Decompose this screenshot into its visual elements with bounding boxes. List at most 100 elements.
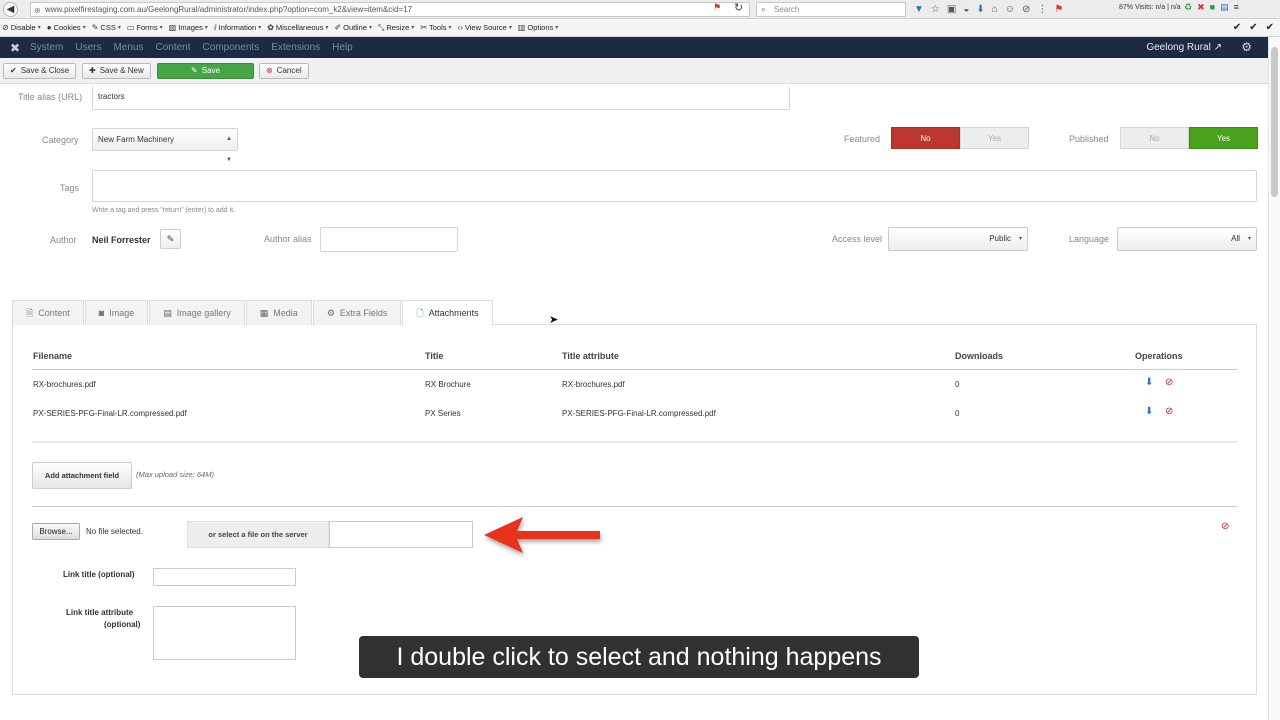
table-divider	[32, 441, 1237, 443]
remove-icon[interactable]: ⊘	[1221, 521, 1229, 532]
save-button[interactable]: ✎ Save	[157, 63, 254, 79]
download-icon[interactable]: ⬇	[1145, 406, 1153, 417]
nav-help[interactable]: Help	[332, 42, 353, 53]
dev-options[interactable]: ▥ Options ▾	[518, 23, 558, 32]
chevron-down-icon: ▾	[204, 25, 208, 31]
category-value: New Farm Machinery	[98, 135, 175, 144]
edit-icon: ✎	[191, 66, 198, 75]
css-icon: ✎	[91, 23, 99, 32]
dev-miscellaneous[interactable]: ✿ Miscellaneous ▾	[267, 23, 328, 32]
misc-icon: ✿	[267, 23, 274, 32]
cancel-button[interactable]: ⊗ Cancel	[259, 63, 309, 79]
nav-content[interactable]: Content	[155, 42, 190, 53]
link-title-input[interactable]	[153, 568, 296, 586]
external-link-icon: ↗	[1213, 42, 1222, 53]
category-select[interactable]: New Farm Machinery ▲ ▼	[92, 128, 238, 163]
video-caption: I double click to select and nothing hap…	[359, 636, 919, 678]
remove-icon[interactable]: ⊘	[1165, 377, 1173, 388]
star-icon[interactable]: ☆	[931, 4, 940, 15]
chevron-down-icon: ▾	[1018, 236, 1022, 242]
dev-forms[interactable]: ▭ Forms ▾	[127, 23, 163, 32]
dev-cookies[interactable]: ● Cookies ▾	[47, 23, 86, 32]
chat-icon[interactable]: ☺	[1005, 4, 1015, 15]
flag-red-icon[interactable]: ⚑	[1054, 4, 1063, 15]
tab-attachments[interactable]: 🗋 Attachments	[402, 300, 493, 326]
nav-users[interactable]: Users	[75, 42, 101, 53]
nav-system[interactable]: System	[30, 42, 63, 53]
dev-information[interactable]: ⅈ Information ▾	[214, 23, 261, 32]
tab-image[interactable]: ◙ Image	[84, 300, 149, 325]
author-alias-input[interactable]	[320, 227, 458, 252]
server-file-input[interactable]	[329, 521, 473, 548]
extension-red-icon[interactable]: ✖	[1197, 2, 1205, 13]
featured-no-button[interactable]: No	[891, 127, 960, 149]
info-icon: ⅈ	[213, 23, 217, 32]
row-downloads: 0	[955, 409, 960, 418]
download-icon[interactable]: ⬇	[976, 4, 984, 15]
hamburger-icon[interactable]: ≡	[1234, 2, 1239, 13]
download-icon[interactable]: ⬇	[1145, 377, 1153, 388]
add-attachment-button[interactable]: Add attachment field	[32, 462, 132, 489]
extension-green-icon[interactable]: ♻	[1184, 2, 1192, 13]
published-label: Published	[1069, 134, 1109, 144]
reload-icon[interactable]: ↻	[734, 1, 743, 14]
featured-yes-button[interactable]: Yes	[960, 127, 1029, 149]
dev-css[interactable]: ✎ CSS ▾	[92, 23, 121, 32]
home-icon[interactable]: ⌂	[992, 4, 998, 15]
tags-input[interactable]	[92, 170, 1257, 202]
browser-search-box[interactable]: ⌕ Search	[756, 2, 906, 17]
extension-check-icon[interactable]: ■	[1210, 2, 1215, 13]
access-level-select[interactable]: Public ▾	[888, 227, 1028, 251]
access-level-value: Public	[989, 234, 1011, 243]
red-arrow-annotation	[484, 517, 600, 553]
remove-icon[interactable]: ⊘	[1165, 406, 1173, 417]
extension-blue-icon[interactable]: ▤	[1220, 2, 1229, 13]
dev-images[interactable]: ▨ Images ▾	[169, 23, 208, 32]
shield-icon[interactable]: ▼	[914, 4, 924, 15]
site-link[interactable]: Geelong Rural ↗	[1146, 42, 1222, 53]
save-close-button[interactable]: ✔ Save & Close	[3, 63, 77, 79]
published-yes-button[interactable]: Yes	[1189, 127, 1258, 149]
tab-extra-fields[interactable]: ⚙ Extra Fields	[312, 300, 402, 325]
dev-status-checks: ✔ ✔ ✔	[1233, 22, 1274, 33]
row-title-attribute: RX-brochures.pdf	[562, 380, 625, 389]
published-no-button[interactable]: No	[1120, 127, 1189, 149]
dev-resize[interactable]: ⤡ Resize ▾	[378, 23, 414, 33]
header-operations: Operations	[1135, 351, 1183, 361]
dev-outline[interactable]: ✐ Outline ▾	[334, 23, 371, 32]
clipboard-icon[interactable]: ▣	[947, 4, 956, 15]
save-new-button[interactable]: ✚ Save & New	[82, 63, 151, 79]
dev-tools[interactable]: ✂ Tools ▾	[420, 23, 451, 32]
language-label: Language	[1069, 234, 1110, 244]
tab-content[interactable]: 🗎 Content	[12, 300, 84, 325]
nav-components[interactable]: Components	[203, 42, 260, 53]
menu-dots-icon[interactable]: ⋮	[1037, 4, 1047, 15]
nav-menus[interactable]: Menus	[113, 42, 143, 53]
max-upload-size: (Max upload size: 64M)	[136, 470, 214, 479]
addon-icon[interactable]: ⊘	[1022, 4, 1030, 15]
forms-icon: ▭	[126, 23, 135, 32]
alias-input[interactable]: tractors	[92, 86, 790, 110]
tab-media[interactable]: ▦ Media	[245, 300, 312, 325]
row-title-attribute: PX-SERIES-PFG-Final-LR.compressed.pdf	[562, 409, 716, 418]
page-scrollbar[interactable]	[1268, 37, 1280, 720]
row-filename: RX-brochures.pdf	[33, 380, 96, 389]
edit-author-button[interactable]: ✎	[160, 229, 181, 249]
link-title-attribute-textarea[interactable]	[153, 606, 296, 660]
scrollbar-thumb[interactable]	[1271, 47, 1278, 197]
pocket-icon[interactable]: ◒	[963, 4, 969, 15]
tab-image-gallery[interactable]: ▤ Image gallery	[149, 300, 245, 325]
joomla-logo-icon[interactable]: ✖	[0, 41, 30, 55]
dev-view-source[interactable]: ‹› View Source ▾	[458, 23, 512, 32]
select-server-file-button[interactable]: or select a file on the server	[187, 521, 329, 548]
nav-extensions[interactable]: Extensions	[271, 42, 320, 53]
browse-button[interactable]: Browse...	[32, 523, 80, 540]
back-button[interactable]: ◀	[3, 2, 18, 17]
gear-icon[interactable]: ⚙	[1241, 40, 1252, 54]
url-bar[interactable]: ⊕ www.pixelfirestaging.com.au/GeelongRur…	[30, 2, 750, 17]
language-select[interactable]: All ▾	[1117, 227, 1257, 251]
dev-disable[interactable]: ⊘ Disable ▾	[2, 23, 41, 32]
flag-icon[interactable]: ⚑	[713, 2, 721, 13]
search-icon: ⌕	[761, 4, 767, 14]
language-value: All	[1231, 234, 1240, 243]
